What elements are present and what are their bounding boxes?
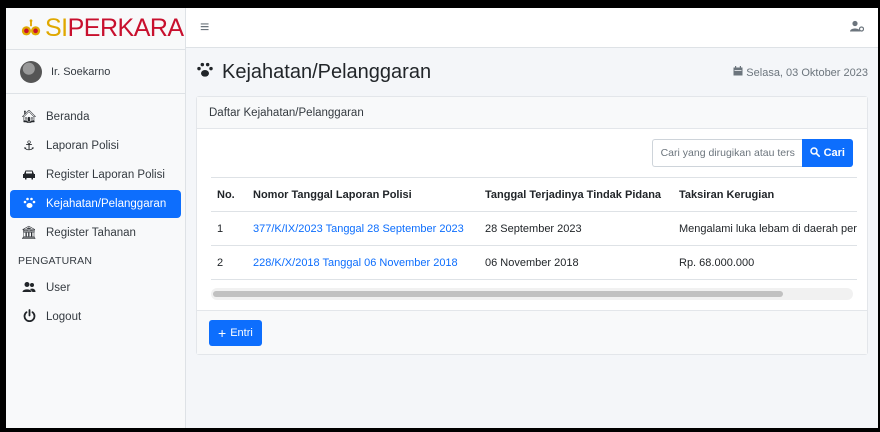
column-header-tanggal: Tanggal Terjadinya Tindak Pidana [479, 177, 673, 212]
table-row: 2 228/K/X/2018 Tanggal 06 November 2018 … [211, 245, 857, 280]
sidebar-item-label: Laporan Polisi [46, 140, 119, 152]
sidebar-item-kejahatan-pelanggaran[interactable]: Kejahatan/Pelanggaran [10, 190, 181, 218]
sidebar-item-label: User [46, 282, 71, 294]
page-header: Kejahatan/Pelanggaran Selasa, 03 Oktober… [196, 48, 868, 96]
sidebar: SIPERKARA Ir. Soekarno 🏠︎ Beranda ⚓︎ Lap… [6, 8, 186, 428]
cell-tanggal: 06 November 2018 [479, 245, 673, 280]
sidebar-item-label: Register Tahanan [46, 227, 136, 239]
column-header-laporan: Nomor Tanggal Laporan Polisi [247, 177, 479, 212]
calendar-icon [733, 65, 746, 79]
horizontal-scrollbar[interactable] [211, 288, 853, 300]
users-icon [20, 281, 38, 296]
home-icon: 🏠︎ [20, 109, 38, 124]
sidebar-item-label: Register Laporan Polisi [46, 169, 165, 181]
sidebar-nav: 🏠︎ Beranda ⚓︎ Laporan Polisi Register La… [6, 94, 185, 331]
laporan-link[interactable]: 377/K/IX/2023 Tanggal 28 September 2023 [253, 223, 464, 235]
power-icon [20, 309, 38, 325]
cell-laporan: 377/K/IX/2023 Tanggal 28 September 2023 [247, 211, 479, 246]
table-header-row: No. Nomor Tanggal Laporan Polisi Tanggal… [211, 177, 857, 212]
sidebar-item-beranda[interactable]: 🏠︎ Beranda [10, 103, 181, 131]
main-content: Kejahatan/Pelanggaran Selasa, 03 Oktober… [186, 48, 878, 428]
user-cog-icon[interactable] [850, 20, 865, 35]
sidebar-item-laporan-polisi[interactable]: ⚓︎ Laporan Polisi [10, 132, 181, 160]
app-frame: SIPERKARA Ir. Soekarno 🏠︎ Beranda ⚓︎ Lap… [6, 8, 878, 428]
sidebar-item-label: Logout [46, 311, 82, 323]
page-date: Selasa, 03 Oktober 2023 [733, 65, 868, 79]
entri-button-label: Entri [230, 326, 253, 339]
page-title-text: Kejahatan/Pelanggaran [222, 60, 432, 83]
plus-icon: + [218, 324, 227, 341]
column-header-kerugian: Taksiran Kerugian [673, 177, 857, 212]
search-button[interactable]: Cari [801, 139, 853, 167]
user-panel[interactable]: Ir. Soekarno [6, 50, 185, 94]
sidebar-section-header: PENGATURAN [18, 255, 93, 267]
sidebar-item-register-laporan-polisi[interactable]: Register Laporan Polisi [10, 161, 181, 189]
cell-tanggal: 28 September 2023 [479, 211, 673, 246]
search-bar: Cari yang dirugikan atau ters Cari [211, 139, 853, 171]
sidebar-item-label: Beranda [46, 111, 90, 123]
card-body: Cari yang dirugikan atau ters Cari No. N… [197, 129, 867, 310]
user-name: Ir. Soekarno [51, 65, 111, 78]
cell-no: 1 [211, 211, 247, 246]
sidebar-item-user[interactable]: User [10, 274, 181, 302]
column-header-no: No. [211, 177, 247, 212]
paw-icon [196, 62, 214, 83]
brand-name: SIPERKARA [45, 14, 184, 42]
cell-no: 2 [211, 245, 247, 280]
table-row: 1 377/K/IX/2023 Tanggal 28 September 202… [211, 211, 857, 246]
avatar [20, 60, 42, 83]
topbar: ≡ [186, 8, 878, 48]
police-logo-icon [21, 18, 41, 35]
paw-icon [20, 197, 38, 212]
scrollbar-thumb[interactable] [213, 291, 783, 297]
sidebar-item-register-tahanan[interactable]: 🏛︎ Register Tahanan [10, 219, 181, 247]
laporan-link[interactable]: 228/K/X/2018 Tanggal 06 November 2018 [253, 257, 458, 269]
crime-list-card: Daftar Kejahatan/Pelanggaran Cari yang d… [196, 96, 868, 355]
date-text: Selasa, 03 Oktober 2023 [746, 66, 868, 79]
sidebar-item-label: Kejahatan/Pelanggaran [46, 198, 167, 210]
cell-kerugian: Mengalami luka lebam di daerah peru [673, 211, 857, 246]
hamburger-menu-icon[interactable]: ≡ [200, 19, 209, 37]
crime-table: No. Nomor Tanggal Laporan Polisi Tanggal… [211, 177, 857, 280]
search-input[interactable]: Cari yang dirugikan atau ters [651, 139, 802, 167]
car-icon [20, 168, 38, 183]
search-button-label: Cari [823, 147, 845, 159]
cell-laporan: 228/K/X/2018 Tanggal 06 November 2018 [247, 245, 479, 280]
card-title: Daftar Kejahatan/Pelanggaran [197, 97, 867, 129]
card-footer: + Entri [197, 310, 867, 354]
building-icon: 🏛︎ [20, 225, 38, 240]
search-icon [809, 146, 820, 160]
entri-button[interactable]: + Entri [209, 319, 262, 346]
cell-kerugian: Rp. 68.000.000 [673, 245, 857, 280]
sidebar-item-logout[interactable]: Logout [10, 303, 181, 331]
brand[interactable]: SIPERKARA [6, 8, 185, 50]
page-title: Kejahatan/Pelanggaran [196, 61, 431, 84]
anchor-icon: ⚓︎ [23, 138, 35, 153]
